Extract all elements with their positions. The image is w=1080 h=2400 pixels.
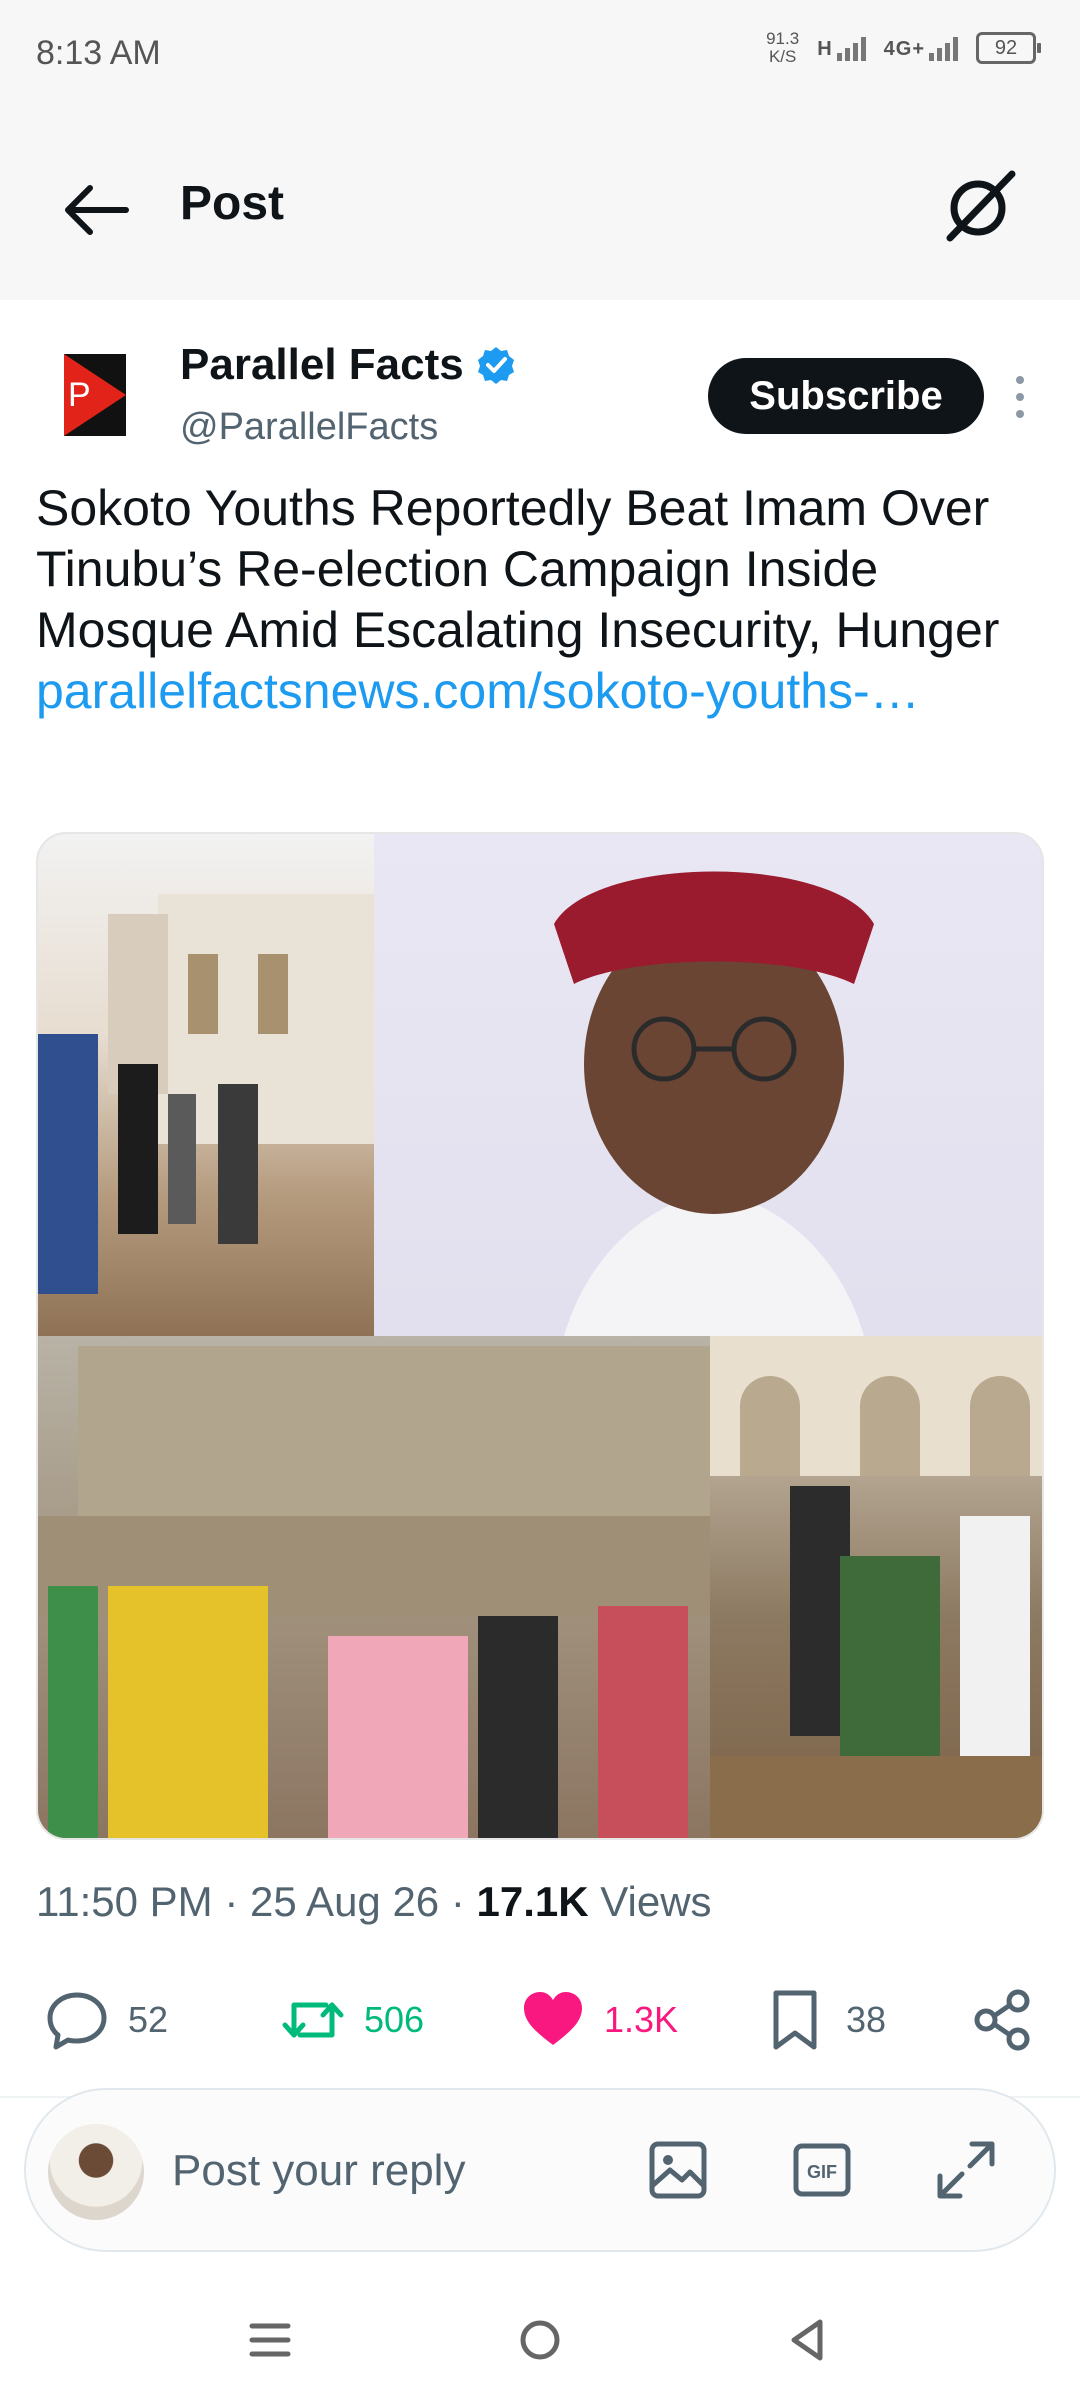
- gif-icon[interactable]: GIF: [784, 2132, 860, 2208]
- page-title: Post: [180, 177, 285, 230]
- post-date: 25 Aug 26: [249, 1878, 440, 1925]
- svg-text:GIF: GIF: [807, 2162, 837, 2182]
- battery-icon: 92: [976, 32, 1041, 64]
- status-time: 8:13 AM: [36, 34, 161, 72]
- post-text: Sokoto Youths Reportedly Beat Imam Over …: [36, 478, 1046, 722]
- home-icon[interactable]: [508, 2308, 572, 2372]
- mosque-crowd-photo: [38, 894, 374, 1294]
- repost-icon: [282, 2002, 344, 2038]
- arrow-left-icon[interactable]: [60, 180, 132, 240]
- expand-icon[interactable]: [928, 2132, 1004, 2208]
- reply-button[interactable]: 52: [44, 1978, 168, 2062]
- meta-separator: ·: [212, 1878, 250, 1925]
- signal-h-icon: H: [817, 35, 866, 61]
- media-image-3[interactable]: [38, 1336, 710, 1838]
- verified-badge-icon: [477, 347, 514, 384]
- bookmark-button[interactable]: 38: [762, 1978, 886, 2062]
- views-count: 17.1K: [476, 1878, 589, 1925]
- author-avatar[interactable]: P: [58, 350, 132, 440]
- mosque-interior-photo: [710, 1336, 1042, 1838]
- post-body: Sokoto Youths Reportedly Beat Imam Over …: [36, 480, 1000, 658]
- status-bar: 8:13 AM 91.3 K/S H 4G+ 92: [0, 0, 1080, 110]
- share-icon: [974, 1989, 1030, 2051]
- like-button[interactable]: 1.3K: [520, 1978, 678, 2062]
- more-options-icon[interactable]: [1010, 372, 1030, 422]
- post-link[interactable]: parallelfactsnews.com/sokoto-youths-…: [36, 663, 920, 719]
- system-nav-bar: [0, 2280, 1080, 2400]
- svg-text:P: P: [68, 376, 91, 414]
- bookmark-icon: [773, 1990, 817, 2050]
- author-handle[interactable]: @ParallelFacts: [180, 406, 438, 449]
- media-image-4[interactable]: [710, 1336, 1042, 1838]
- signal-h-label: H: [817, 38, 833, 60]
- reply-composer[interactable]: Post your reply GIF: [24, 2088, 1056, 2252]
- views-label: Views: [588, 1878, 712, 1925]
- man-with-cap-photo: [554, 871, 874, 1336]
- grok-icon[interactable]: [940, 166, 1020, 246]
- like-count: 1.3K: [604, 1999, 679, 2040]
- bookmark-count: 38: [846, 1999, 887, 2040]
- signal-4g-icon: 4G+: [884, 35, 958, 61]
- media-image-2[interactable]: [374, 834, 1042, 1336]
- author-name[interactable]: Parallel Facts: [180, 340, 516, 390]
- author-name-text[interactable]: Parallel Facts: [180, 340, 464, 390]
- status-icons: 91.3 K/S H 4G+ 92: [766, 30, 1041, 66]
- reply-icon: [47, 1992, 107, 2050]
- post-actions: 52 506 1.3K 38: [0, 1978, 1080, 2062]
- repost-count: 506: [364, 1999, 425, 2040]
- top-app-bar: Post: [0, 110, 1080, 300]
- media-image-1[interactable]: [38, 834, 374, 1336]
- post-meta: 11:50 PM · 25 Aug 26 · 17.1K Views: [36, 1878, 712, 1926]
- signal-4g-label: 4G+: [883, 38, 925, 60]
- battery-level: 92: [994, 36, 1018, 59]
- reply-input[interactable]: Post your reply: [172, 2146, 465, 2196]
- network-speed-unit: K/S: [768, 47, 797, 66]
- heart-icon: [524, 1992, 582, 2045]
- repost-button[interactable]: 506: [280, 1978, 424, 2062]
- recent-apps-icon[interactable]: [238, 2308, 302, 2372]
- meta-separator: ·: [439, 1878, 477, 1925]
- crowd-at-mosque-photo: [38, 1346, 710, 1838]
- network-speed-value: 91.3: [766, 29, 800, 48]
- share-button[interactable]: [970, 1978, 1036, 2062]
- subscribe-button[interactable]: Subscribe: [708, 358, 984, 434]
- post-time: 11:50 PM: [36, 1878, 213, 1925]
- media-grid[interactable]: [36, 832, 1044, 1840]
- user-avatar: [48, 2124, 144, 2220]
- image-icon[interactable]: [640, 2132, 716, 2208]
- reply-count: 52: [128, 1999, 169, 2040]
- back-triangle-icon[interactable]: [776, 2308, 840, 2372]
- network-speed: 91.3 K/S: [766, 30, 799, 66]
